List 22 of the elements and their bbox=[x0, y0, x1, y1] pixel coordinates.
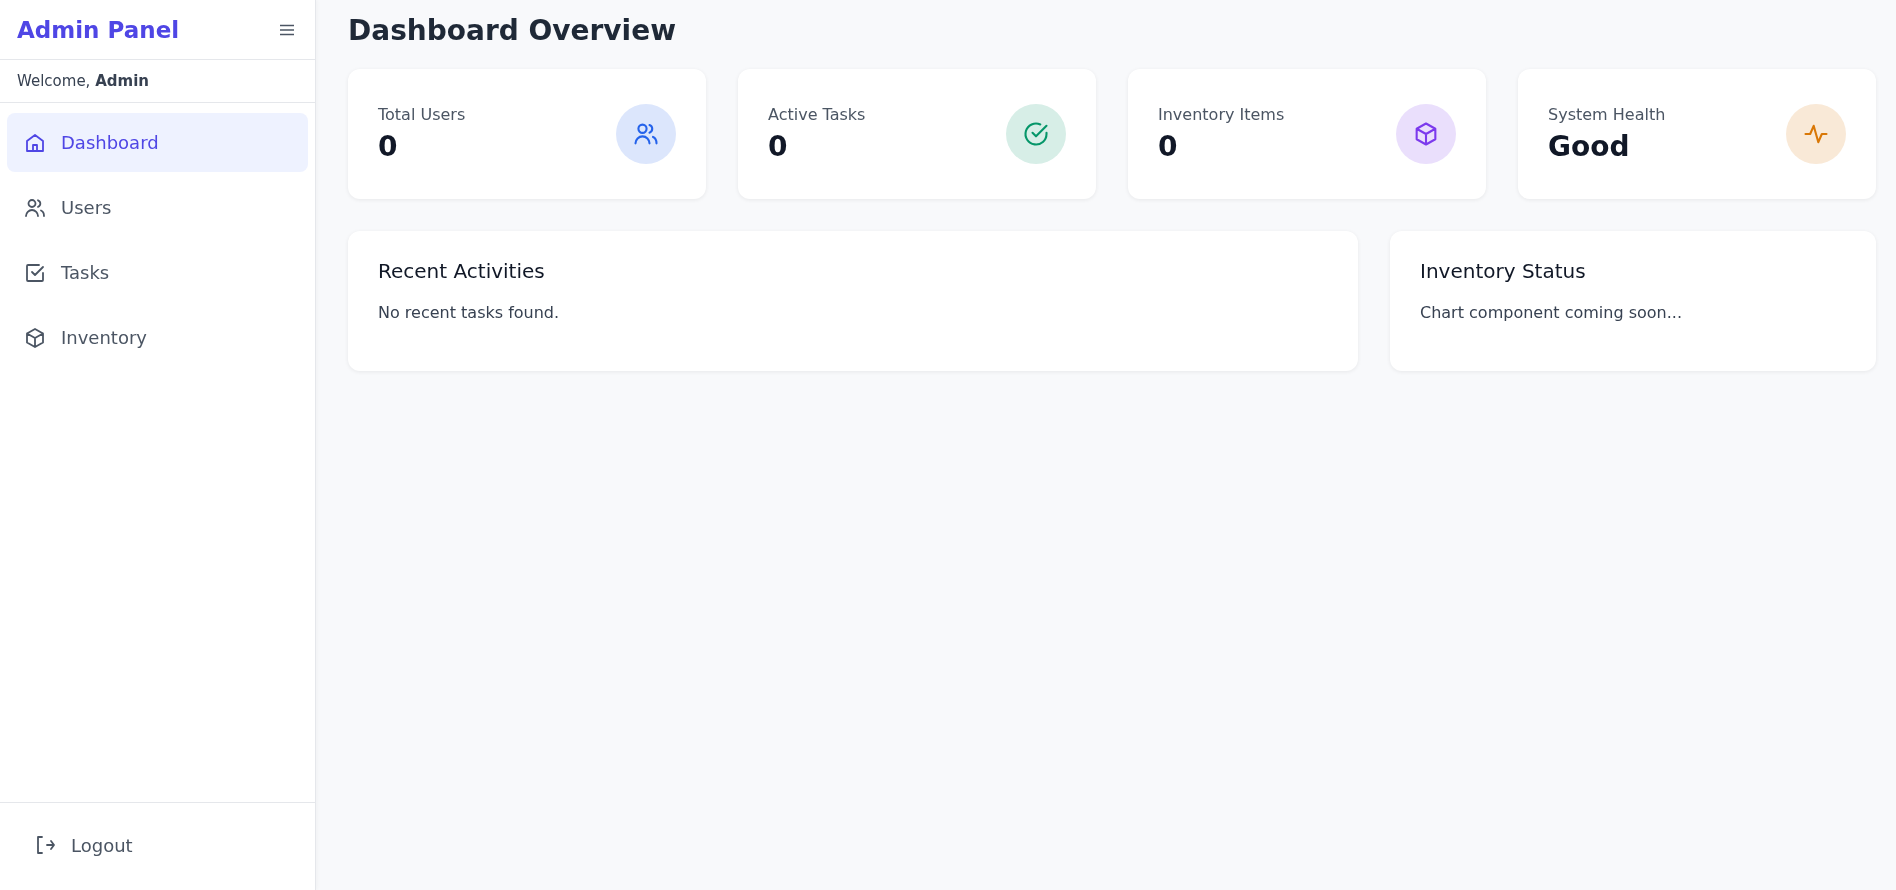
stat-label: Total Users bbox=[378, 105, 466, 124]
stat-value: 0 bbox=[1158, 130, 1179, 163]
logout-button[interactable]: Logout bbox=[17, 823, 149, 867]
panel-title: Recent Activities bbox=[378, 259, 546, 283]
nav-item[interactable]: Dashboard bbox=[7, 113, 308, 172]
menu-icon bbox=[279, 23, 295, 36]
panel-title: Inventory Status bbox=[1420, 259, 1587, 283]
stat-label: Inventory Items bbox=[1158, 105, 1285, 124]
stat-value: 0 bbox=[378, 130, 399, 163]
stat-value: 0 bbox=[768, 130, 789, 163]
stat-label: System Health bbox=[1548, 105, 1666, 124]
nav-item[interactable]: Users bbox=[7, 178, 308, 237]
panel-text: Chart component coming soon... bbox=[1420, 303, 1683, 322]
nav-item[interactable]: Inventory bbox=[7, 308, 308, 367]
stat-value: Good bbox=[1548, 130, 1631, 163]
stat-label: Active Tasks bbox=[768, 105, 866, 124]
nav-item[interactable]: Tasks bbox=[7, 243, 308, 302]
box-icon bbox=[23, 325, 47, 350]
app-title: Admin Panel bbox=[17, 16, 180, 43]
page-title: Dashboard Overview bbox=[348, 14, 678, 47]
welcome-text: Welcome, Admin bbox=[0, 60, 315, 103]
panel-text: No recent tasks found. bbox=[378, 303, 561, 322]
